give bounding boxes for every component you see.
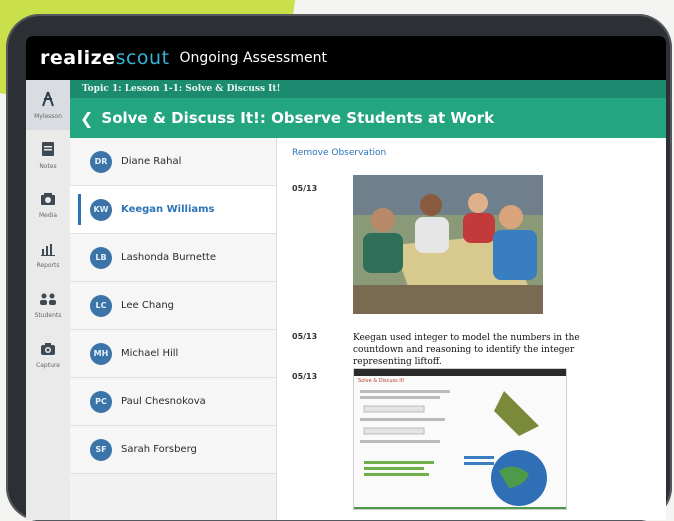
screenshot-title: Solve & Discuss It! [358, 378, 405, 384]
student-name: Diane Rahal [121, 156, 182, 167]
student-row-selected[interactable]: KW Keegan Williams [70, 186, 276, 234]
topic-breadcrumb: Topic 1: Lesson 1-1: Solve & Discuss It! [70, 80, 666, 98]
observation-date: 05/13 [292, 332, 318, 341]
lesson-header: ❮ Solve & Discuss It!: Observe Students … [70, 98, 666, 138]
rail-item-capture[interactable]: Capture [26, 330, 70, 380]
student-row[interactable]: MH Michael Hill [70, 330, 276, 378]
screenshot-content [354, 390, 566, 509]
rail-label: Students [34, 311, 62, 319]
rail-label: Capture [36, 361, 60, 369]
media-icon [40, 192, 56, 210]
observation-date: 05/13 [292, 184, 318, 193]
student-name: Keegan Williams [121, 204, 215, 215]
tablet-device: realizescout Ongoing Assessment Mylesson… [6, 14, 672, 521]
student-name: Lashonda Burnette [121, 252, 216, 263]
rail-item-reports[interactable]: Reports [26, 230, 70, 280]
app-title: Ongoing Assessment [179, 50, 327, 66]
compass-icon [40, 91, 56, 111]
reports-icon [40, 242, 56, 260]
rail-label: Notes [39, 162, 57, 170]
app-screen: realizescout Ongoing Assessment Mylesson… [26, 36, 666, 520]
student-name: Lee Chang [121, 300, 175, 311]
avatar: DR [90, 150, 112, 173]
lesson-title: Solve & Discuss It!: Observe Students at… [101, 109, 495, 127]
screenshot-toolbar [354, 369, 566, 376]
main-content: Topic 1: Lesson 1-1: Solve & Discuss It!… [70, 80, 666, 520]
student-row[interactable]: DR Diane Rahal [70, 138, 276, 186]
avatar: KW [90, 198, 112, 221]
avatar: LB [90, 246, 112, 269]
rail-label: Reports [36, 261, 60, 269]
student-list: DR Diane Rahal KW Keegan Williams LB Las… [70, 138, 277, 520]
left-nav-rail: Mylesson Notes Media Reports Students Ca… [26, 80, 71, 520]
student-name: Michael Hill [121, 348, 179, 359]
avatar: MH [90, 342, 112, 365]
student-row[interactable]: PC Paul Chesnokova [70, 378, 276, 426]
rail-item-notes[interactable]: Notes [26, 130, 70, 180]
student-row[interactable]: LC Lee Chang [70, 282, 276, 330]
rail-item-mylesson[interactable]: Mylesson [26, 80, 70, 130]
notes-icon [41, 141, 55, 161]
student-name: Sarah Forsberg [121, 444, 197, 455]
students-icon [39, 292, 57, 310]
chevron-left-icon[interactable]: ❮ [80, 109, 93, 128]
observation-photo[interactable] [353, 175, 543, 314]
student-row[interactable]: LB Lashonda Burnette [70, 234, 276, 282]
rail-label: Media [38, 211, 58, 219]
student-row[interactable]: SF Sarah Forsberg [70, 426, 276, 474]
avatar: LC [90, 294, 112, 317]
rail-label: Mylesson [34, 112, 62, 120]
split-panes: DR Diane Rahal KW Keegan Williams LB Las… [70, 138, 666, 520]
app-logo: realizescout [40, 47, 170, 69]
camera-icon [40, 342, 56, 360]
student-name: Paul Chesnokova [121, 396, 206, 407]
rail-item-media[interactable]: Media [26, 180, 70, 230]
observation-screenshot[interactable]: Solve & Discuss It! [353, 368, 567, 510]
observation-panel: Remove Observation 05/13 05/13 Keegan us… [277, 138, 666, 520]
remove-observation-link[interactable]: Remove Observation [292, 148, 386, 158]
app-header: realizescout Ongoing Assessment [26, 36, 666, 80]
rail-item-students[interactable]: Students [26, 280, 70, 330]
observation-date: 05/13 [292, 372, 318, 381]
avatar: PC [90, 390, 112, 413]
avatar: SF [90, 438, 112, 461]
observation-note: Keegan used integer to model the numbers… [353, 333, 580, 367]
